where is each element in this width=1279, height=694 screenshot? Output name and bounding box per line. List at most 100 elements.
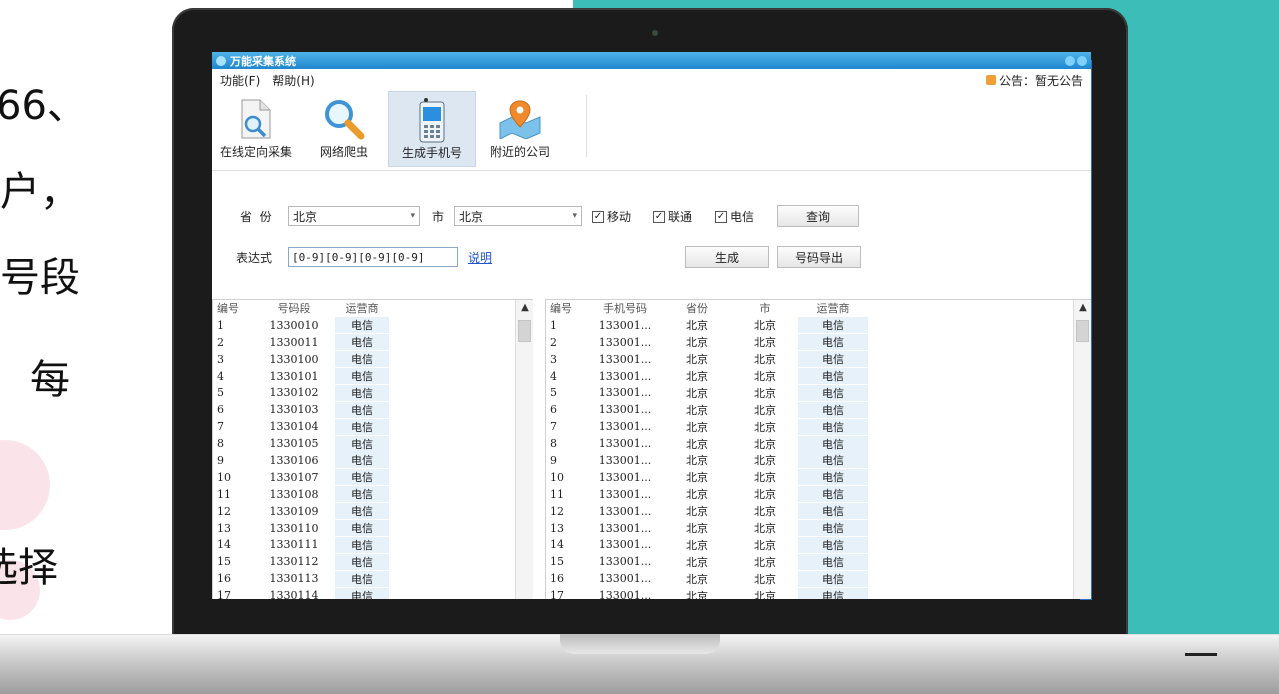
table-cell: 北京	[686, 538, 708, 552]
table-row[interactable]: 5 133001... 北京 北京 电信	[546, 384, 1091, 401]
table-cell: 16	[550, 572, 564, 586]
table-cell: 北京	[754, 403, 776, 417]
column-header[interactable]: 手机号码	[588, 300, 662, 316]
table-row[interactable]: 10 1330107 电信	[213, 469, 533, 486]
help-link[interactable]: 说明	[468, 249, 492, 266]
table-cell: 北京	[754, 454, 776, 468]
table-row[interactable]: 10 133001... 北京 北京 电信	[546, 469, 1091, 486]
table-row[interactable]: 2 133001... 北京 北京 电信	[546, 334, 1091, 351]
table-row[interactable]: 16 1330113 电信	[213, 570, 533, 587]
table-row[interactable]: 9 1330106 电信	[213, 452, 533, 469]
tool-generate-phone[interactable]: 生成手机号	[388, 91, 476, 167]
column-header[interactable]: 运营商	[335, 300, 389, 316]
table-row[interactable]: 3 1330100 电信	[213, 351, 533, 368]
table-cell: 电信	[335, 418, 389, 435]
table-row[interactable]: 12 1330109 电信	[213, 503, 533, 520]
table-row[interactable]: 14 1330111 电信	[213, 536, 533, 553]
table-cell: 1330101	[269, 369, 319, 383]
table-row[interactable]: 15 133001... 北京 北京 电信	[546, 553, 1091, 570]
scrollbar-thumb[interactable]	[1076, 320, 1089, 342]
table-cell: 北京	[754, 555, 776, 569]
checkbox-label: 电信	[730, 210, 755, 224]
city-select[interactable]: 北京 ▾	[454, 206, 582, 226]
tool-web-crawler[interactable]: 网络爬虫	[300, 91, 388, 167]
table-row[interactable]: 16 133001... 北京 北京 电信	[546, 570, 1091, 587]
column-header[interactable]: 运营商	[798, 300, 868, 316]
table-row[interactable]: 3 133001... 北京 北京 电信	[546, 351, 1091, 368]
table-row[interactable]: 4 133001... 北京 北京 电信	[546, 368, 1091, 385]
chevron-down-icon: ▾	[410, 211, 415, 221]
table-row[interactable]: 7 133001... 北京 北京 电信	[546, 418, 1091, 435]
table-row[interactable]: 9 133001... 北京 北京 电信	[546, 452, 1091, 469]
table-cell: 14	[550, 538, 564, 552]
table-row[interactable]: 7 1330104 电信	[213, 418, 533, 435]
chevron-up-icon[interactable]: ▲	[516, 302, 533, 313]
table-row[interactable]: 11 1330108 电信	[213, 486, 533, 503]
table-cell: 北京	[686, 370, 708, 383]
chevron-up-icon[interactable]: ▲	[1074, 302, 1091, 313]
table-row[interactable]: 11 133001... 北京 北京 电信	[546, 486, 1091, 503]
column-header[interactable]: 省份	[662, 300, 732, 316]
table-row[interactable]: 8 133001... 北京 北京 电信	[546, 435, 1091, 452]
column-header[interactable]: 编号	[546, 300, 588, 316]
table-cell: 电信	[798, 401, 868, 418]
tool-nearby-companies[interactable]: 附近的公司	[476, 91, 564, 167]
table-row[interactable]: 13 133001... 北京 北京 电信	[546, 520, 1091, 537]
table-cell: 电信	[798, 587, 868, 599]
app-window: 万能采集系统 功能(F) 帮助(H) 公告：暂无公告 在线定向采集 网络爬虫 生…	[212, 52, 1091, 599]
table-row[interactable]: 14 133001... 北京 北京 电信	[546, 536, 1091, 553]
scrollbar[interactable]: ▲	[515, 300, 533, 599]
table-cell: 北京	[686, 555, 708, 569]
menu-function[interactable]: 功能(F)	[220, 72, 260, 89]
generate-button[interactable]: 生成	[685, 246, 769, 268]
checkbox-unicom[interactable]: ✓ 联通	[653, 208, 692, 225]
table-row[interactable]: 6 133001... 北京 北京 电信	[546, 401, 1091, 418]
table-cell: 133001...	[598, 437, 652, 451]
table-cell: 11	[217, 487, 231, 501]
minimize-icon[interactable]	[1065, 55, 1075, 66]
table-cell: 电信	[798, 536, 868, 553]
table-cell: 北京	[754, 589, 776, 599]
menu-bar: 功能(F) 帮助(H) 公告：暂无公告	[212, 69, 1091, 91]
table-cell: 1330111	[269, 538, 319, 552]
table-cell: 电信	[335, 351, 389, 368]
scrollbar[interactable]: ▲	[1073, 300, 1091, 599]
table-row[interactable]: 15 1330112 电信	[213, 553, 533, 570]
province-select[interactable]: 北京 ▾	[288, 206, 420, 226]
table-row[interactable]: 13 1330110 电信	[213, 520, 533, 537]
column-header[interactable]: 市	[732, 300, 798, 316]
checkbox-mobile[interactable]: ✓ 移动	[592, 208, 631, 225]
column-header[interactable]: 编号	[213, 300, 253, 316]
checkbox-telecom[interactable]: ✓ 电信	[715, 208, 754, 225]
table-cell: 电信	[798, 553, 868, 570]
table-cell: 电信	[798, 469, 868, 486]
table-cell: 1330110	[269, 521, 319, 535]
expression-input[interactable]: [0-9][0-9][0-9][0-9]	[288, 247, 458, 267]
table-row[interactable]: 6 1330103 电信	[213, 401, 533, 418]
query-button[interactable]: 查询	[777, 205, 859, 227]
table-cell: 133001...	[598, 420, 652, 434]
table-cell: 北京	[754, 353, 776, 367]
export-button[interactable]: 号码导出	[777, 246, 861, 268]
scrollbar-thumb[interactable]	[518, 320, 531, 342]
close-icon[interactable]	[1077, 55, 1087, 66]
webcam-icon	[652, 30, 658, 36]
table-cell: 133001...	[598, 403, 652, 417]
table-cell: 133001...	[598, 386, 652, 400]
table-row[interactable]: 1 1330010 电信	[213, 317, 533, 334]
table-row[interactable]: 5 1330102 电信	[213, 384, 533, 401]
table-row[interactable]: 17 1330114 电信	[213, 587, 533, 599]
table-row[interactable]: 4 1330101 电信	[213, 368, 533, 385]
table-row[interactable]: 2 1330011 电信	[213, 334, 533, 351]
table-cell: 北京	[686, 353, 708, 367]
menu-help[interactable]: 帮助(H)	[272, 72, 314, 89]
table-row[interactable]: 12 133001... 北京 北京 电信	[546, 503, 1091, 520]
table-row[interactable]: 17 133001... 北京 北京 电信	[546, 587, 1091, 599]
column-header[interactable]: 号码段	[253, 300, 335, 316]
table-cell: 10	[550, 470, 564, 484]
table-row[interactable]: 1 133001... 北京 北京 电信	[546, 317, 1091, 334]
table-cell: 1	[217, 318, 224, 332]
table-row[interactable]: 8 1330105 电信	[213, 435, 533, 452]
table-cell: 电信	[798, 452, 868, 469]
tool-online-collect[interactable]: 在线定向采集	[212, 91, 300, 167]
